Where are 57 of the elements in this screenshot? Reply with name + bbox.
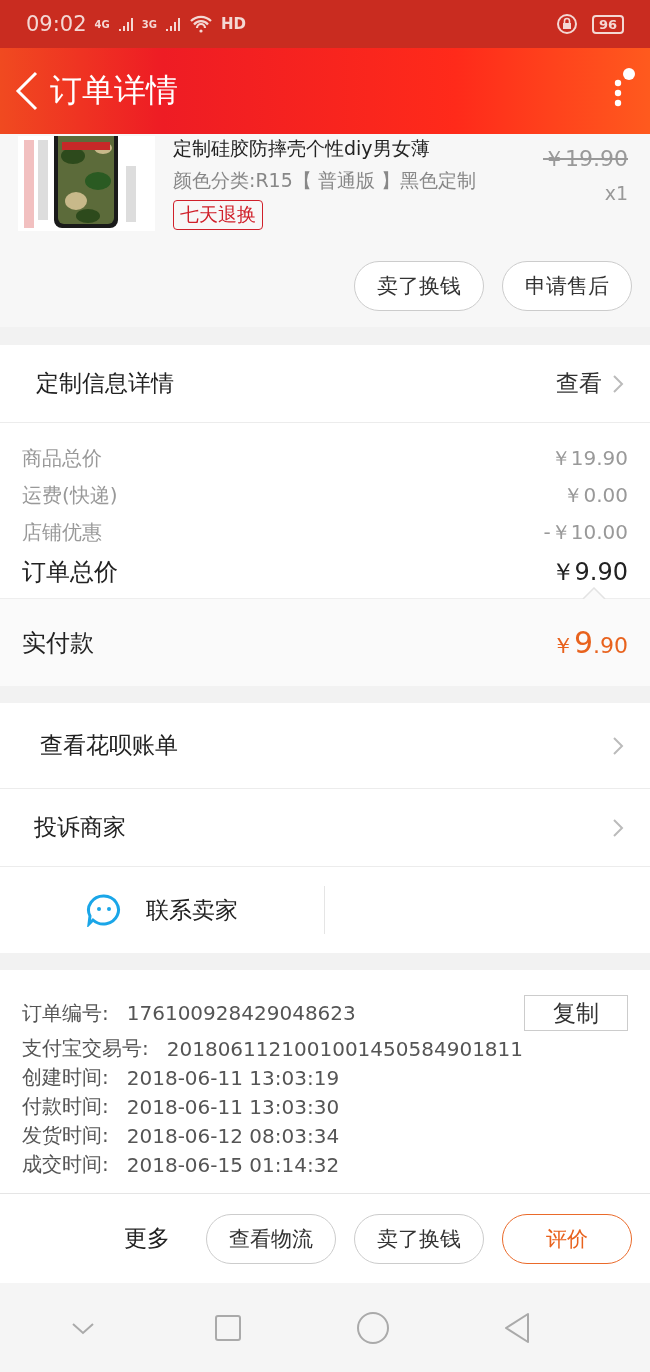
rotation-lock-icon (555, 13, 578, 35)
copy-button[interactable]: 复制 (524, 995, 628, 1031)
page-title: 订单详情 (50, 70, 179, 111)
info-value: 176100928429048623 (126, 1001, 356, 1025)
custom-info-row[interactable]: 定制信息详情 查看 (0, 345, 650, 423)
return-policy-tag: 七天退换 (173, 200, 263, 230)
quantity: x1 (604, 182, 628, 204)
row-label: 定制信息详情 (36, 369, 175, 398)
contact-label: 联系卖家 (146, 895, 238, 925)
battery-indicator: 96 (591, 14, 624, 34)
action-button[interactable]: 卖了换钱 (354, 261, 484, 311)
menu-row[interactable]: 投诉商家 (0, 789, 650, 867)
clock-time: 09:02 (26, 12, 87, 36)
network-label: 4G (94, 18, 110, 30)
view-link[interactable]: 查看 (556, 368, 602, 399)
product-variant: 颜色分类:R15【 普通版 】黑色定制 (173, 168, 477, 193)
price-label: 店铺优惠 (22, 519, 102, 546)
hd-label: HD (220, 15, 246, 33)
product-title: 定制硅胶防摔壳个性diy男女薄 (173, 136, 431, 161)
paid-amount: ￥9.90 (551, 624, 628, 661)
chevron-right-icon (612, 817, 624, 838)
info-label: 付款时间: (22, 1093, 109, 1120)
action-button[interactable]: 卖了换钱 (354, 1213, 484, 1264)
price-value: ￥19.90 (550, 445, 628, 472)
original-price: ￥19.90 (543, 145, 628, 173)
row-label: 查看花呗账单 (40, 731, 179, 760)
info-label: 发货时间: (22, 1122, 109, 1149)
total-value: ￥9.90 (550, 557, 628, 588)
chat-face-icon (86, 893, 122, 927)
wifi-icon (188, 15, 213, 33)
info-label: 支付宝交易号: (22, 1035, 149, 1062)
chevron-right-icon (612, 373, 624, 394)
info-value: 2018061121001001450584901811 (166, 1036, 524, 1061)
back-icon[interactable] (14, 69, 40, 113)
action-button[interactable]: 申请售后 (502, 261, 632, 311)
signal-icon (117, 16, 134, 32)
network-label: 3G (141, 18, 157, 30)
total-label: 订单总价 (22, 557, 118, 588)
chevron-right-icon (612, 735, 624, 756)
info-value: 2018-06-15 01:14:32 (126, 1152, 340, 1177)
info-label: 创建时间: (22, 1064, 109, 1091)
home-icon[interactable] (355, 1310, 390, 1345)
menu-row[interactable]: 查看花呗账单 (0, 703, 650, 789)
paid-label: 实付款 (22, 627, 94, 659)
price-label: 商品总价 (22, 445, 102, 472)
row-label: 投诉商家 (34, 813, 127, 842)
price-value: ￥0.00 (563, 482, 628, 509)
more-link[interactable]: 更多 (124, 1223, 170, 1254)
info-value: 2018-06-11 13:03:30 (126, 1094, 340, 1119)
price-label: 运费(快递) (22, 482, 118, 509)
signal-icon (164, 16, 181, 32)
info-label: 订单编号: (22, 999, 109, 1027)
action-button[interactable]: 查看物流 (206, 1213, 336, 1264)
info-label: 成交时间: (22, 1151, 109, 1178)
info-value: 2018-06-11 13:03:19 (126, 1065, 340, 1090)
price-value: -￥10.00 (543, 519, 628, 546)
info-value: 2018-06-12 08:03:34 (126, 1123, 340, 1148)
